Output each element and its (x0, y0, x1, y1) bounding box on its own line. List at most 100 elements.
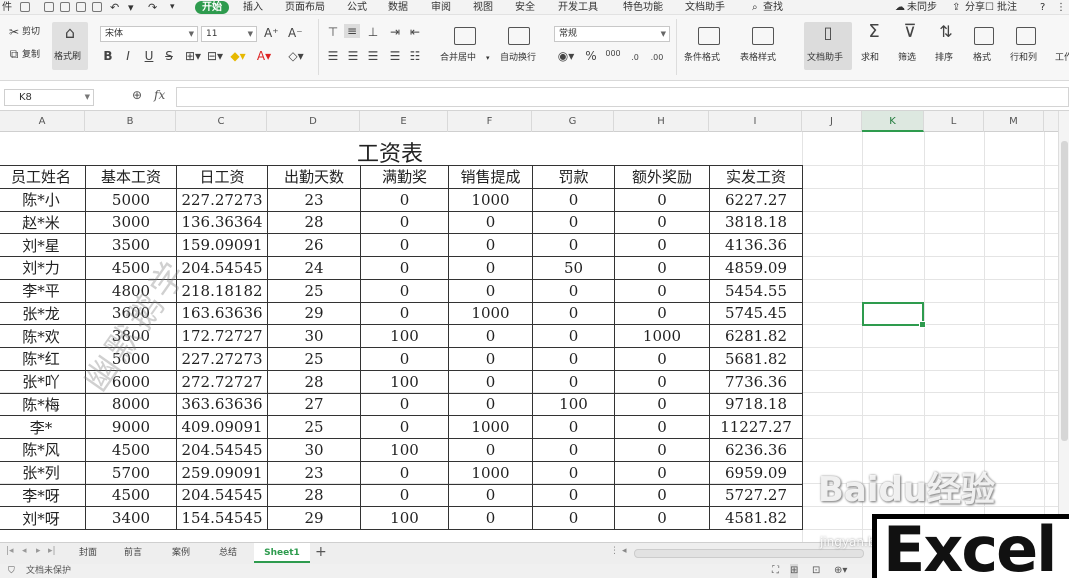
table-style-icon[interactable] (752, 27, 774, 45)
table-cell[interactable]: 29 (267, 301, 361, 326)
format-icon[interactable] (974, 27, 994, 45)
align-bottom-icon[interactable]: ⊥ (366, 25, 380, 39)
table-cell[interactable]: 4500 (85, 438, 177, 462)
table-cell[interactable]: 172.72727 (176, 324, 268, 348)
menu-search[interactable]: 查找 (763, 0, 783, 15)
table-cell[interactable]: 张*龙 (0, 301, 86, 326)
table-cell[interactable]: 0 (360, 278, 449, 303)
table-cell[interactable]: 204.54545 (176, 438, 268, 462)
zoom-icon[interactable]: ⊕ (132, 88, 142, 102)
menu-tab-formulas[interactable]: 公式 (347, 0, 367, 15)
chevron-down-icon[interactable]: ▾ (486, 52, 490, 64)
header-cell[interactable]: 出勤天数 (267, 165, 361, 189)
fullscreen-icon[interactable]: ⛶ (772, 564, 779, 578)
table-cell[interactable]: 50 (532, 256, 615, 280)
vertical-scrollbar[interactable] (1058, 111, 1069, 542)
sync-icon[interactable]: ☁ (895, 0, 905, 15)
table-cell[interactable]: 9000 (85, 415, 177, 439)
menu-tab-developer[interactable]: 开发工具 (558, 0, 598, 15)
scroll-thumb[interactable] (1061, 141, 1068, 441)
table-cell[interactable]: 5000 (85, 187, 177, 212)
table-cell[interactable]: 5681.82 (709, 347, 803, 371)
merge-button[interactable]: 合并居中 (440, 52, 476, 64)
font-name-select[interactable]: 宋体 ▼ (100, 26, 198, 42)
doc-assistant-button[interactable]: ▯ 文档助手 (804, 22, 852, 70)
table-cell[interactable]: 0 (532, 301, 615, 326)
column-header[interactable]: H (614, 111, 709, 132)
table-cell[interactable]: 陈*风 (0, 438, 86, 462)
table-cell[interactable]: 0 (532, 210, 615, 235)
table-cell[interactable]: 227.27273 (176, 347, 268, 371)
redo-icon[interactable]: ↷ (148, 0, 157, 15)
header-cell[interactable]: 罚款 (532, 165, 615, 189)
table-cell[interactable]: 刘*呀 (0, 506, 86, 530)
clear-icon[interactable]: ◇▾ (286, 49, 306, 63)
more-options-icon[interactable]: ⋮ (1056, 0, 1066, 15)
table-cell[interactable]: 227.27273 (176, 187, 268, 212)
page-layout-icon[interactable]: ⊡ (812, 564, 820, 578)
table-cell[interactable]: 刘*星 (0, 233, 86, 257)
table-cell[interactable]: 25 (267, 278, 361, 303)
table-cell[interactable]: 陈*小 (0, 187, 86, 212)
border-icon[interactable]: ⊞▾ (184, 49, 202, 63)
table-cell[interactable]: 0 (614, 301, 710, 326)
share-icon[interactable]: ⇪ (952, 0, 960, 15)
menu-tab-view[interactable]: 视图 (473, 0, 493, 15)
table-cell[interactable]: 赵*米 (0, 210, 86, 235)
name-box[interactable]: K8 ▼ (4, 89, 94, 106)
table-cell[interactable]: 0 (448, 278, 533, 303)
table-cell[interactable]: 0 (532, 233, 615, 257)
selected-cell[interactable] (862, 302, 926, 328)
table-cell[interactable]: 163.63636 (176, 301, 268, 326)
table-cell[interactable]: 4581.82 (709, 506, 803, 530)
font-size-select[interactable]: 11 ▼ (201, 26, 257, 42)
table-cell[interactable]: 0 (360, 187, 449, 212)
table-cell[interactable]: 28 (267, 369, 361, 394)
table-cell[interactable]: 100 (360, 369, 449, 394)
cut-button[interactable]: 剪切 (22, 26, 40, 38)
currency-icon[interactable]: ◉▾ (556, 49, 576, 63)
table-cell[interactable]: 0 (532, 347, 615, 371)
table-cell[interactable]: 李*平 (0, 278, 86, 303)
horizontal-scrollbar[interactable] (634, 549, 864, 558)
menu-tab-page-layout[interactable]: 页面布局 (285, 0, 325, 15)
table-cell[interactable]: 0 (448, 210, 533, 235)
merge-icon[interactable] (454, 27, 476, 45)
table-cell[interactable]: 5745.45 (709, 301, 803, 326)
table-cell[interactable]: 0 (360, 347, 449, 371)
formula-input[interactable] (176, 87, 1069, 107)
table-cell[interactable]: 0 (360, 392, 449, 417)
wrap-text-icon[interactable] (508, 27, 530, 45)
prev-sheet-icon[interactable]: ◂ (22, 546, 27, 556)
table-cell[interactable]: 30 (267, 438, 361, 462)
align-right-icon[interactable]: ☰ (366, 49, 380, 63)
conditional-format-icon[interactable] (698, 27, 720, 45)
table-cell[interactable]: 4859.09 (709, 256, 803, 280)
protect-status[interactable]: 文档未保护 (26, 564, 71, 578)
table-cell[interactable]: 0 (448, 483, 533, 508)
row-col-icon[interactable] (1016, 27, 1036, 45)
table-cell[interactable]: 28 (267, 483, 361, 508)
column-header[interactable]: J (802, 111, 862, 132)
table-cell[interactable]: 3000 (85, 210, 177, 235)
menu-tab-home[interactable]: 开始 (195, 1, 229, 14)
table-cell[interactable]: 154.54545 (176, 506, 268, 530)
align-top-icon[interactable]: ⊤ (326, 25, 340, 39)
cell-style-icon[interactable]: ⊟▾ (206, 49, 224, 63)
header-cell[interactable]: 基本工资 (85, 165, 177, 189)
table-cell[interactable]: 0 (532, 483, 615, 508)
format-button[interactable]: 格式 (973, 52, 991, 64)
table-cell[interactable]: 0 (614, 187, 710, 212)
sheet-tab[interactable]: 封面 (66, 543, 110, 563)
scissors-icon[interactable]: ✂ (8, 25, 20, 39)
table-cell[interactable]: 272.72727 (176, 369, 268, 394)
filter-button[interactable]: 筛选 (898, 52, 916, 64)
table-cell[interactable]: 1000 (614, 324, 710, 348)
table-cell[interactable]: 0 (532, 187, 615, 212)
table-cell[interactable]: 0 (532, 369, 615, 394)
table-cell[interactable]: 0 (614, 392, 710, 417)
worksheet-button[interactable]: 工作 (1055, 52, 1069, 64)
more-icon[interactable]: ⋮ (610, 546, 619, 556)
add-sheet-button[interactable]: + (315, 544, 327, 560)
print-icon[interactable] (76, 2, 86, 12)
